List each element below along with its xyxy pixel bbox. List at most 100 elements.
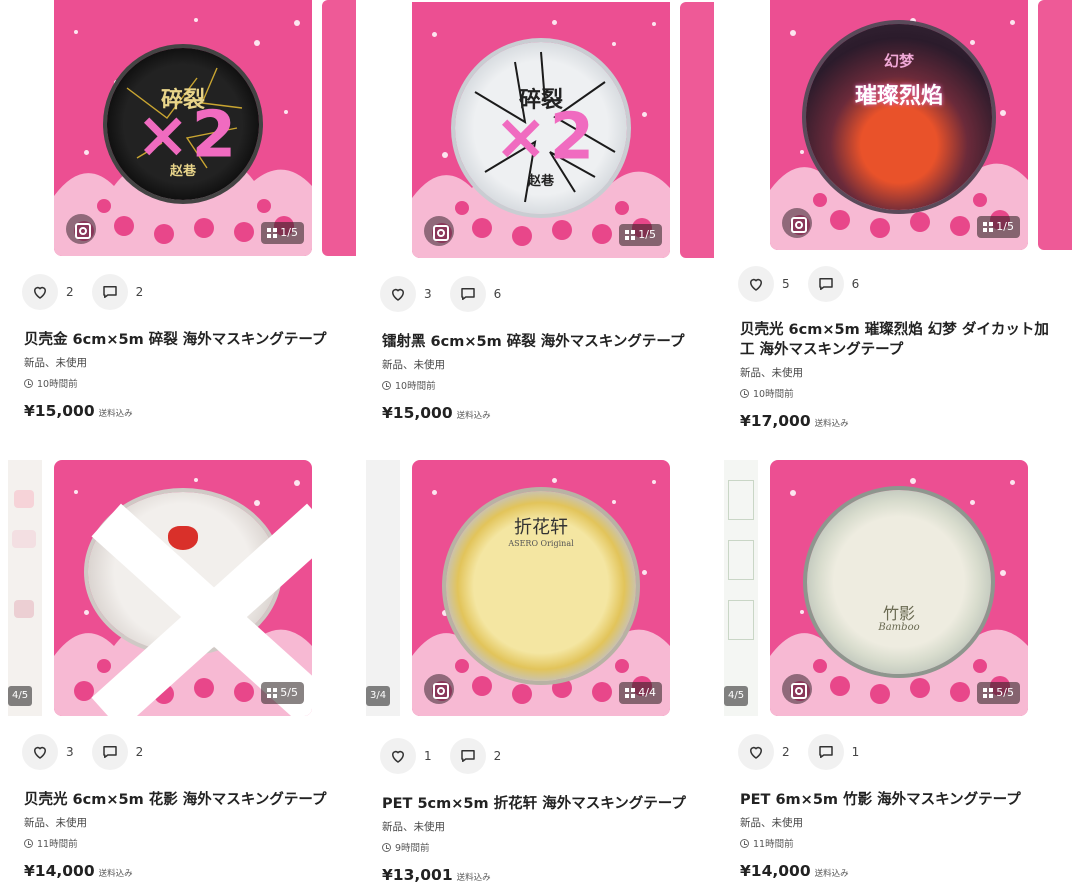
image-search-button[interactable] — [424, 674, 454, 704]
comment-control[interactable]: 2 — [449, 738, 512, 774]
listing-price: ¥17,000 送料込み — [724, 412, 1064, 430]
comment-control[interactable]: 6 — [449, 276, 512, 312]
listing-title[interactable]: 贝壳光 6cm×5m 璀璨烈焰 幻梦 ダイカット加工 海外マスキングテープ — [724, 320, 1064, 360]
listing-card[interactable]: 3/4 折花轩 ASERO Original 4/4 1 2 PET 5cm×5… — [366, 460, 706, 884]
comment-icon[interactable] — [449, 738, 486, 774]
clock-icon — [382, 842, 391, 852]
comment-control[interactable]: 2 — [91, 734, 154, 770]
listing-image-carousel[interactable]: 4/5 竹影 Bamboo 5/5 — [724, 460, 1064, 722]
image-counter: 3/4 — [366, 686, 391, 706]
decor-dot — [790, 30, 796, 36]
listing-image-carousel[interactable]: 碎裂 赵巷 ×2 1/5 — [8, 0, 356, 262]
engagement-bar: 5 6 — [724, 264, 1064, 304]
listing-image-carousel[interactable]: 幻梦 璀璨烈焰 1/5 — [724, 0, 1072, 262]
comment-icon[interactable] — [91, 274, 128, 310]
listing-card[interactable]: 碎裂 赵巷 ×2 1/5 3 6 镭射黑 6cm×5m 碎裂 海外マスキングテー… — [366, 2, 714, 422]
product-photo[interactable]: 竹影 Bamboo 5/5 — [770, 460, 1028, 716]
heart-icon[interactable] — [738, 734, 774, 770]
engagement-bar: 3 2 — [8, 732, 348, 772]
image-search-button[interactable] — [782, 208, 812, 238]
shipping-note: 送料込み — [98, 409, 133, 419]
image-counter: 5/5 — [996, 686, 1014, 699]
like-control[interactable]: 5 — [738, 266, 800, 302]
decor-dot — [552, 478, 557, 483]
listing-time-text: 11時間前 — [37, 839, 78, 850]
next-image-peek[interactable] — [680, 2, 714, 258]
shipping-note: 送料込み — [98, 869, 133, 879]
image-counter: 4/5 — [724, 686, 749, 706]
heart-icon[interactable] — [22, 734, 58, 770]
listing-condition: 新品、未使用 — [382, 821, 445, 833]
decor-dot — [294, 20, 300, 26]
like-control[interactable]: 3 — [380, 276, 442, 312]
product-photo[interactable]: 折花轩 ASERO Original 4/4 — [412, 460, 670, 716]
decor-dot — [652, 22, 656, 26]
like-control[interactable]: 2 — [738, 734, 800, 770]
comment-count: 2 — [135, 745, 144, 759]
listing-title[interactable]: PET 6m×5m 竹影 海外マスキングテープ — [724, 790, 1064, 810]
comment-icon[interactable] — [91, 734, 128, 770]
previous-image-peek[interactable]: 3/4 — [366, 460, 400, 716]
product-photo[interactable]: 碎裂 赵巷 ×2 1/5 — [412, 2, 670, 258]
listing-card[interactable]: 碎裂 赵巷 ×2 1/5 2 2 贝壳金 6cm×5m 碎裂 海外マスキングテー… — [8, 0, 356, 420]
listing-title[interactable]: 贝壳金 6cm×5m 碎裂 海外マスキングテープ — [8, 330, 348, 350]
comment-control[interactable]: 6 — [807, 266, 870, 302]
tape-roll: 幻梦 璀璨烈焰 — [806, 24, 992, 210]
previous-image-peek[interactable]: 4/5 — [724, 460, 758, 716]
like-count: 1 — [424, 749, 432, 763]
listing-card[interactable]: 幻梦 璀璨烈焰 1/5 5 6 贝壳光 6cm×5m 璀璨烈焰 幻梦 ダイカット… — [724, 0, 1072, 430]
like-count: 2 — [66, 285, 74, 299]
listing-image-carousel[interactable]: 3/4 折花轩 ASERO Original 4/4 — [366, 460, 706, 722]
listing-card[interactable]: 4/5 5/5 3 2 贝壳光 6cm×5m 花影 海外マスキングテープ 新品、… — [8, 460, 348, 880]
tape-roll: 竹影 Bamboo — [807, 490, 991, 674]
comment-control[interactable]: 1 — [807, 734, 870, 770]
comment-icon[interactable] — [807, 734, 844, 770]
clock-icon — [382, 380, 391, 390]
comment-count: 6 — [493, 287, 502, 301]
listing-time: 11時間前 — [724, 836, 1064, 850]
product-photo[interactable]: 幻梦 璀璨烈焰 1/5 — [770, 0, 1028, 250]
product-photo[interactable]: 碎裂 赵巷 ×2 1/5 — [54, 0, 312, 256]
listing-image-carousel[interactable]: 碎裂 赵巷 ×2 1/5 — [366, 2, 714, 264]
like-count: 2 — [782, 745, 790, 759]
image-search-button[interactable] — [66, 214, 96, 244]
listing-card[interactable]: 4/5 竹影 Bamboo 5/5 2 1 PET 6m×5m 竹影 海外マスキ… — [724, 460, 1064, 880]
heart-icon[interactable] — [738, 266, 774, 302]
like-control[interactable]: 2 — [22, 274, 84, 310]
grid-icon — [983, 688, 994, 698]
decor-dot — [652, 480, 656, 484]
product-photo[interactable]: 5/5 — [54, 460, 312, 716]
like-control[interactable]: 3 — [22, 734, 84, 770]
tape-label: 璀璨烈焰 — [854, 83, 943, 109]
price-value: ¥15,000 — [382, 404, 453, 422]
previous-image-peek[interactable]: 4/5 — [8, 460, 42, 716]
heart-icon[interactable] — [380, 276, 416, 312]
listing-title[interactable]: 贝壳光 6cm×5m 花影 海外マスキングテープ — [8, 790, 348, 810]
comment-control[interactable]: 2 — [91, 274, 154, 310]
listing-price: ¥14,000 送料込み — [8, 862, 348, 880]
next-image-peek[interactable] — [322, 0, 356, 256]
listing-title[interactable]: PET 5cm×5m 折花轩 海外マスキングテープ — [366, 794, 706, 814]
next-image-peek[interactable] — [1038, 0, 1072, 250]
comment-icon[interactable] — [807, 266, 844, 302]
decor-dot — [74, 30, 78, 34]
image-search-button[interactable] — [424, 216, 454, 246]
listing-price: ¥14,000 送料込み — [724, 862, 1064, 880]
image-search-button[interactable] — [782, 674, 812, 704]
decor-dot — [910, 478, 916, 484]
comment-icon[interactable] — [449, 276, 486, 312]
heart-icon[interactable] — [22, 274, 58, 310]
listing-time: 10時間前 — [366, 378, 706, 392]
grid-icon — [983, 222, 994, 232]
listing-time-text: 11時間前 — [753, 839, 794, 850]
heart-icon[interactable] — [380, 738, 416, 774]
clock-icon — [740, 388, 749, 398]
decor-dot — [790, 490, 796, 496]
listing-price: ¥15,000 送料込み — [8, 402, 348, 420]
price-value: ¥14,000 — [24, 862, 95, 880]
listing-title[interactable]: 镭射黑 6cm×5m 碎裂 海外マスキングテープ — [366, 332, 706, 352]
comment-count: 6 — [851, 277, 860, 291]
like-control[interactable]: 1 — [380, 738, 442, 774]
clock-icon — [24, 378, 33, 388]
listing-image-carousel[interactable]: 4/5 5/5 — [8, 460, 348, 722]
